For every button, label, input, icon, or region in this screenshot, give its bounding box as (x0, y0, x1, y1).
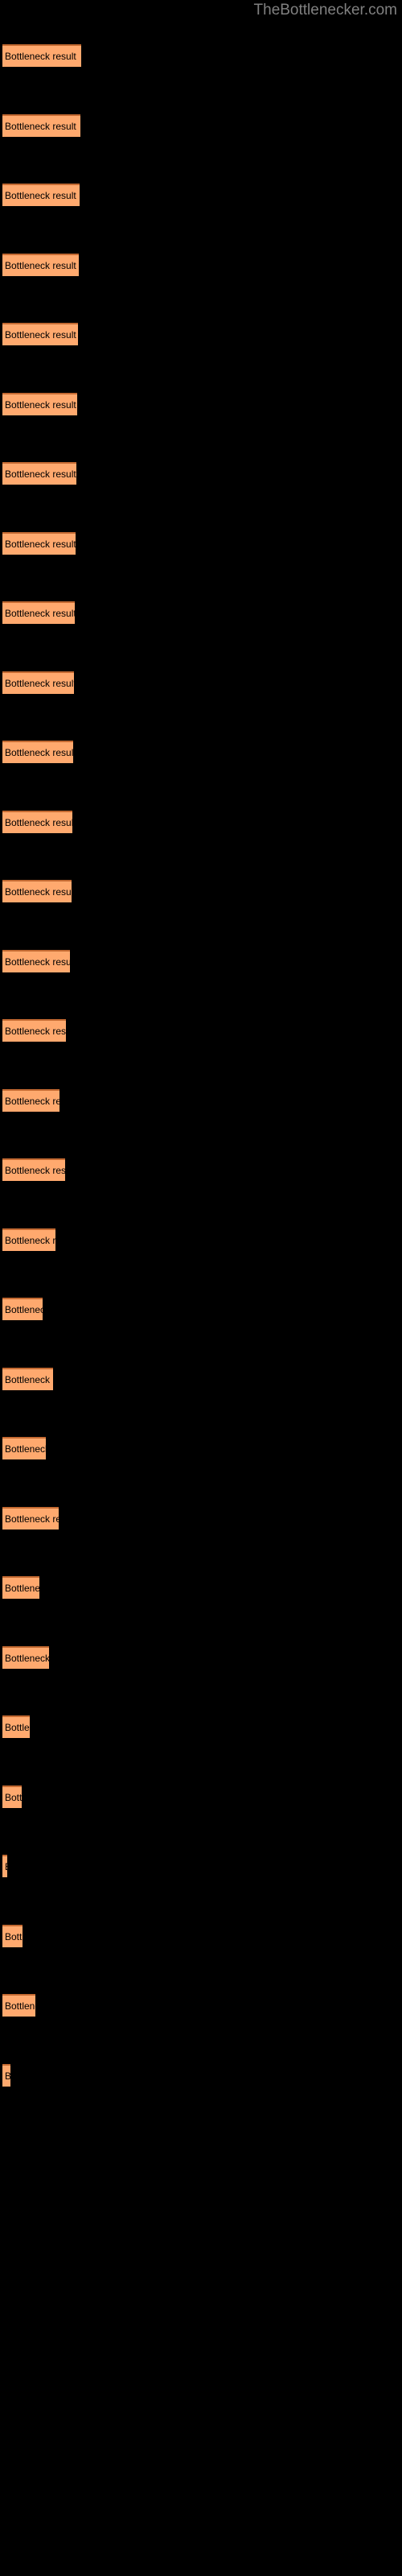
bar-label: Bottleneck result (5, 747, 73, 758)
bar-29[interactable]: Bottleneck result (2, 2064, 10, 2087)
bar-26[interactable]: Bottleneck result (2, 1855, 7, 1877)
bar-5[interactable]: Bottleneck result (2, 393, 77, 415)
bar-1[interactable]: Bottleneck result (2, 114, 80, 137)
bar-3[interactable]: Bottleneck result (2, 254, 79, 276)
bar-21[interactable]: Bottleneck result (2, 1507, 59, 1530)
bar-13[interactable]: Bottleneck result (2, 950, 70, 972)
bar-25[interactable]: Bottleneck result (2, 1785, 22, 1808)
bar-label: Bottleneck result (5, 260, 76, 271)
bar-label: Bottleneck result (5, 1653, 49, 1664)
bar-label: Bottleneck result (5, 956, 70, 968)
bar-label: Bottleneck result (5, 1374, 53, 1385)
bar-label: Bottleneck result (5, 399, 76, 411)
bar-label: Bottleneck result (5, 1583, 39, 1594)
bar-4[interactable]: Bottleneck result (2, 323, 78, 345)
bar-7[interactable]: Bottleneck result (2, 532, 76, 555)
bar-label: Bottleneck result (5, 190, 76, 201)
bar-label: Bottleneck result (5, 469, 76, 480)
bar-label: Bottleneck result (5, 2000, 35, 2012)
bar-label: Bottleneck result (5, 539, 76, 550)
bar-6[interactable]: Bottleneck result (2, 462, 76, 485)
bar-10[interactable]: Bottleneck result (2, 741, 73, 763)
bar-14[interactable]: Bottleneck result (2, 1019, 66, 1042)
bar-label: Bottleneck result (5, 1513, 59, 1525)
bar-label: Bottleneck result (5, 1931, 23, 1942)
bar-label: Bottleneck result (5, 1443, 46, 1455)
bar-15[interactable]: Bottleneck result (2, 1089, 59, 1112)
bar-chart: Bottleneck result Bottleneck result Bottle… (0, 0, 402, 2576)
bar-label: Bottleneck result (5, 329, 76, 341)
bar-28[interactable]: Bottleneck result (2, 1994, 35, 2017)
bar-19[interactable]: Bottleneck result (2, 1368, 53, 1390)
bar-9[interactable]: Bottleneck result (2, 671, 74, 694)
bar-0[interactable]: Bottleneck result (2, 44, 81, 67)
bar-8[interactable]: Bottleneck result (2, 601, 75, 624)
bar-16[interactable]: Bottleneck result (2, 1158, 65, 1181)
bar-20[interactable]: Bottleneck result (2, 1437, 46, 1459)
bar-label: Bottleneck result (5, 2070, 10, 2083)
bar-label: Bottleneck result (5, 51, 76, 62)
bar-label: Bottleneck result (5, 121, 76, 132)
bar-11[interactable]: Bottleneck result (2, 811, 72, 833)
bar-23[interactable]: Bottleneck result (2, 1646, 49, 1669)
bar-label: Bottleneck result (5, 1165, 65, 1176)
chart-page: TheBottlenecker.com Bottleneck result Bot… (0, 0, 402, 2576)
bar-label: Bottleneck result (5, 886, 72, 898)
bar-label: Bottleneck result (5, 1792, 22, 1803)
bar-12[interactable]: Bottleneck result (2, 880, 72, 902)
bar-22[interactable]: Bottleneck result (2, 1576, 39, 1599)
bar-label: Bottleneck result (5, 1096, 59, 1107)
bar-2[interactable]: Bottleneck result (2, 184, 80, 206)
bar-18[interactable]: Bottleneck result (2, 1298, 43, 1320)
bar-27[interactable]: Bottleneck result (2, 1925, 23, 1947)
bar-label: Bottleneck result (5, 1860, 7, 1873)
bar-label: Bottleneck result (5, 1235, 55, 1246)
bar-label: Bottleneck result (5, 678, 74, 689)
bar-17[interactable]: Bottleneck result (2, 1228, 55, 1251)
bar-label: Bottleneck result (5, 1304, 43, 1315)
bar-label: Bottleneck result (5, 608, 75, 619)
bar-24[interactable]: Bottleneck result (2, 1715, 30, 1738)
bar-label: Bottleneck result (5, 1722, 30, 1733)
bar-label: Bottleneck result (5, 1026, 66, 1037)
bar-label: Bottleneck result (5, 817, 72, 828)
